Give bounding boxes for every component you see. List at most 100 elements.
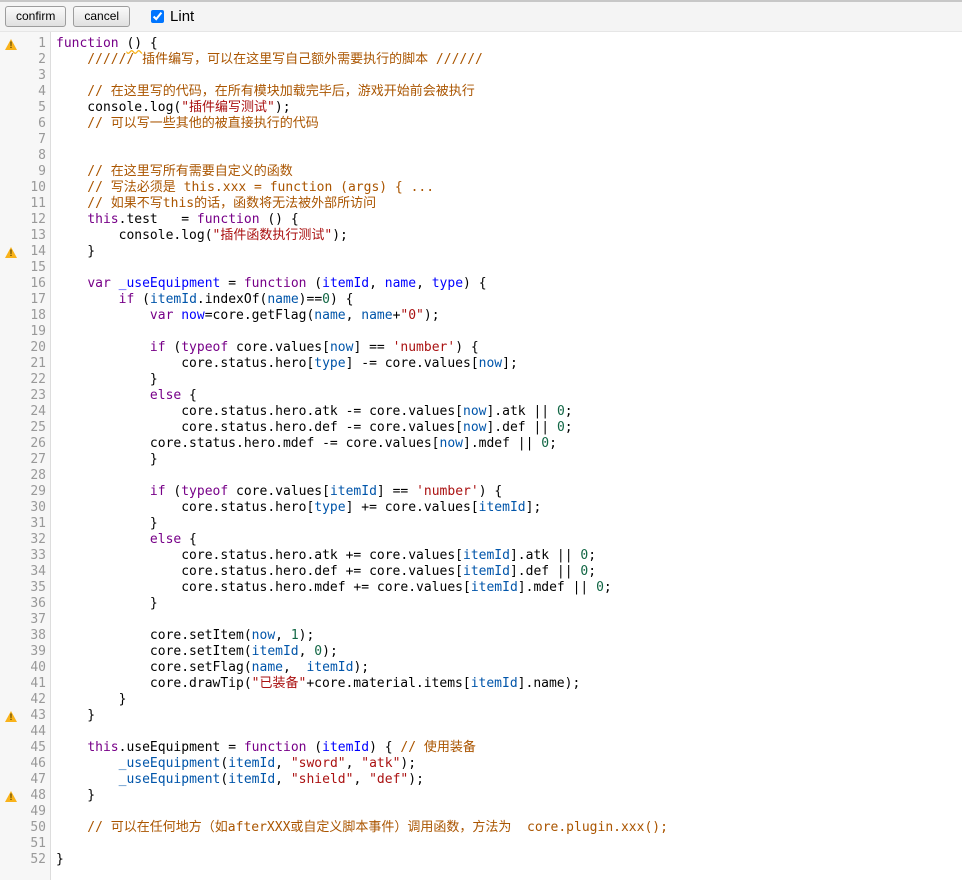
code-line[interactable]: 4 // 在这里写的代码，在所有模块加载完毕后，游戏开始前会被执行 [0, 84, 962, 100]
code-line[interactable]: 30 core.status.hero[type] += core.values… [0, 500, 962, 516]
code-text [51, 132, 56, 148]
code-line[interactable]: 38 core.setItem(now, 1); [0, 628, 962, 644]
code-line[interactable]: 48 } [0, 788, 962, 804]
code-line[interactable]: 52} [0, 852, 962, 868]
code-line[interactable]: 39 core.setItem(itemId, 0); [0, 644, 962, 660]
lint-gutter-cell [0, 436, 22, 452]
code-line[interactable]: 10 // 写法必须是 this.xxx = function (args) {… [0, 180, 962, 196]
warning-icon [5, 39, 17, 50]
code-line[interactable]: 35 core.status.hero.mdef += core.values[… [0, 580, 962, 596]
code-line[interactable]: 33 core.status.hero.atk += core.values[i… [0, 548, 962, 564]
code-line[interactable]: 11 // 如果不写this的话，函数将无法被外部所访问 [0, 196, 962, 212]
editor-toolbar: confirm cancel Lint [0, 0, 962, 32]
code-line[interactable]: 50 // 可以在任何地方（如afterXXX或自定义脚本事件）调用函数，方法为… [0, 820, 962, 836]
code-text: } [51, 788, 95, 804]
lint-gutter-cell [0, 212, 22, 228]
lint-gutter-cell [0, 580, 22, 596]
confirm-button[interactable]: confirm [5, 6, 66, 27]
code-line[interactable]: 2 ////// 插件编写，可以在这里写自己额外需要执行的脚本 ////// [0, 52, 962, 68]
code-line[interactable]: 36 } [0, 596, 962, 612]
code-line[interactable]: 8 [0, 148, 962, 164]
code-line[interactable]: 26 core.status.hero.mdef -= core.values[… [0, 436, 962, 452]
line-number: 8 [22, 148, 51, 164]
code-line[interactable]: 18 var now=core.getFlag(name, name+"0"); [0, 308, 962, 324]
code-line[interactable]: 14 } [0, 244, 962, 260]
code-text: var _useEquipment = function (itemId, na… [51, 276, 487, 292]
code-text: } [51, 852, 64, 868]
code-line[interactable]: 24 core.status.hero.atk -= core.values[n… [0, 404, 962, 420]
code-text [51, 612, 56, 628]
code-line[interactable]: 15 [0, 260, 962, 276]
code-line[interactable]: 5 console.log("插件编写测试"); [0, 100, 962, 116]
code-line[interactable]: 42 } [0, 692, 962, 708]
code-line[interactable]: 12 this.test = function () { [0, 212, 962, 228]
code-line[interactable]: 7 [0, 132, 962, 148]
code-line[interactable]: 31 } [0, 516, 962, 532]
code-line[interactable]: 25 core.status.hero.def -= core.values[n… [0, 420, 962, 436]
code-line[interactable]: 17 if (itemId.indexOf(name)==0) { [0, 292, 962, 308]
lint-gutter-cell [0, 260, 22, 276]
lint-gutter-cell [0, 804, 22, 820]
code-line[interactable]: 16 var _useEquipment = function (itemId,… [0, 276, 962, 292]
code-line[interactable]: 9 // 在这里写所有需要自定义的函数 [0, 164, 962, 180]
code-text: } [51, 372, 158, 388]
code-line[interactable]: 46 _useEquipment(itemId, "sword", "atk")… [0, 756, 962, 772]
code-line[interactable]: 37 [0, 612, 962, 628]
lint-gutter-cell [0, 452, 22, 468]
lint-gutter-cell [0, 772, 22, 788]
cancel-button[interactable]: cancel [73, 6, 130, 27]
line-number: 1 [22, 36, 51, 52]
lint-gutter-cell [0, 628, 22, 644]
code-text: if (itemId.indexOf(name)==0) { [51, 292, 353, 308]
code-line[interactable]: 47 _useEquipment(itemId, "shield", "def"… [0, 772, 962, 788]
lint-gutter-cell [0, 708, 22, 724]
code-line[interactable]: 28 [0, 468, 962, 484]
code-line[interactable]: 49 [0, 804, 962, 820]
code-line[interactable]: 3 [0, 68, 962, 84]
lint-gutter-cell [0, 468, 22, 484]
line-number: 3 [22, 68, 51, 84]
lint-gutter-cell [0, 756, 22, 772]
line-number: 46 [22, 756, 51, 772]
code-line[interactable]: 21 core.status.hero[type] -= core.values… [0, 356, 962, 372]
code-line[interactable]: 13 console.log("插件函数执行测试"); [0, 228, 962, 244]
code-text [51, 148, 56, 164]
code-line[interactable]: 45 this.useEquipment = function (itemId)… [0, 740, 962, 756]
code-text: core.status.hero.atk -= core.values[now]… [51, 404, 573, 420]
lint-gutter-cell [0, 532, 22, 548]
code-line[interactable]: 27 } [0, 452, 962, 468]
code-line[interactable]: 1function () { [0, 36, 962, 52]
line-number: 41 [22, 676, 51, 692]
line-number: 34 [22, 564, 51, 580]
line-number: 4 [22, 84, 51, 100]
lint-label: Lint [170, 8, 194, 25]
code-line[interactable]: 32 else { [0, 532, 962, 548]
lint-checkbox[interactable] [151, 10, 164, 23]
code-line[interactable]: 20 if (typeof core.values[now] == 'numbe… [0, 340, 962, 356]
code-line[interactable]: 40 core.setFlag(name, itemId); [0, 660, 962, 676]
code-line[interactable]: 22 } [0, 372, 962, 388]
code-text: core.status.hero.def += core.values[item… [51, 564, 596, 580]
code-line[interactable]: 44 [0, 724, 962, 740]
code-line[interactable]: 6 // 可以写一些其他的被直接执行的代码 [0, 116, 962, 132]
code-line[interactable]: 41 core.drawTip("已装备"+core.material.item… [0, 676, 962, 692]
line-number: 14 [22, 244, 51, 260]
line-number: 30 [22, 500, 51, 516]
code-text: core.status.hero.atk += core.values[item… [51, 548, 596, 564]
lint-gutter-cell [0, 356, 22, 372]
code-line[interactable]: 51 [0, 836, 962, 852]
code-line[interactable]: 43 } [0, 708, 962, 724]
code-text: core.status.hero.def -= core.values[now]… [51, 420, 573, 436]
line-number: 27 [22, 452, 51, 468]
code-line[interactable]: 23 else { [0, 388, 962, 404]
line-number: 5 [22, 100, 51, 116]
code-editor[interactable]: 1function () {2 ////// 插件编写，可以在这里写自己额外需要… [0, 32, 962, 880]
line-number: 21 [22, 356, 51, 372]
lint-gutter-cell [0, 564, 22, 580]
code-line[interactable]: 29 if (typeof core.values[itemId] == 'nu… [0, 484, 962, 500]
code-line[interactable]: 19 [0, 324, 962, 340]
line-number: 31 [22, 516, 51, 532]
code-line[interactable]: 34 core.status.hero.def += core.values[i… [0, 564, 962, 580]
code-text: _useEquipment(itemId, "shield", "def"); [51, 772, 424, 788]
code-text: } [51, 516, 158, 532]
